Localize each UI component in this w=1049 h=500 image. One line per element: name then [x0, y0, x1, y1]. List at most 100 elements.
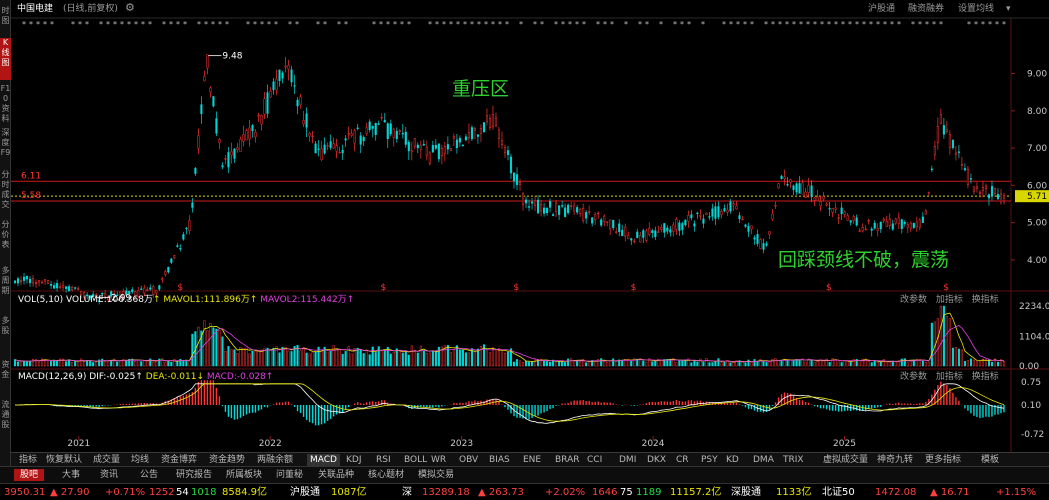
- candle-body[interactable]: [816, 196, 819, 201]
- event-dot[interactable]: *: [883, 20, 887, 29]
- candle-body[interactable]: [534, 200, 537, 206]
- candle-body[interactable]: [41, 282, 44, 284]
- event-dot[interactable]: *: [764, 20, 768, 29]
- candle-body[interactable]: [59, 286, 62, 288]
- event-dot[interactable]: *: [974, 20, 978, 29]
- candle-body[interactable]: [672, 224, 675, 232]
- candle-body[interactable]: [894, 218, 897, 224]
- bottom-nav-item-5[interactable]: 所属板块: [226, 469, 262, 481]
- candle-body[interactable]: [792, 185, 795, 191]
- event-dot[interactable]: *: [855, 20, 859, 29]
- event-dot[interactable]: *: [274, 20, 278, 29]
- event-dot[interactable]: *: [449, 20, 453, 29]
- candle-body[interactable]: [561, 205, 564, 207]
- event-dot[interactable]: *: [379, 20, 383, 29]
- indicator-tab-3[interactable]: 均线: [131, 454, 149, 466]
- candle-body[interactable]: [167, 267, 170, 273]
- candle-body[interactable]: [422, 144, 425, 146]
- candle-body[interactable]: [28, 278, 32, 284]
- candle-body[interactable]: [1002, 195, 1006, 199]
- event-dot[interactable]: *: [813, 20, 817, 29]
- candle-body[interactable]: [173, 255, 176, 259]
- event-dot[interactable]: *: [78, 20, 82, 29]
- candle-body[interactable]: [660, 227, 663, 230]
- candle-body[interactable]: [245, 130, 248, 141]
- candle-body[interactable]: [804, 191, 807, 198]
- event-dot[interactable]: *: [225, 20, 229, 29]
- event-dot[interactable]: *: [141, 20, 145, 29]
- event-dot[interactable]: *: [659, 20, 663, 29]
- candle-body[interactable]: [771, 213, 774, 220]
- event-dot[interactable]: *: [295, 20, 299, 29]
- candle-body[interactable]: [311, 135, 314, 138]
- candle-body[interactable]: [618, 223, 621, 232]
- candle-body[interactable]: [663, 223, 666, 233]
- candle-body[interactable]: [579, 208, 582, 214]
- event-dot[interactable]: *: [288, 20, 292, 29]
- candle-body[interactable]: [582, 208, 585, 221]
- candle-body[interactable]: [344, 138, 347, 141]
- candle-body[interactable]: [398, 130, 401, 133]
- candle-body[interactable]: [735, 205, 738, 210]
- candle-body[interactable]: [576, 207, 579, 213]
- candle-body[interactable]: [759, 239, 762, 249]
- candle-body[interactable]: [717, 206, 720, 218]
- candle-body[interactable]: [741, 218, 744, 221]
- candle-body[interactable]: [849, 220, 852, 223]
- candle-body[interactable]: [750, 225, 753, 230]
- candle-body[interactable]: [383, 120, 386, 123]
- candle-body[interactable]: [720, 210, 723, 215]
- candle-body[interactable]: [906, 224, 909, 228]
- event-dot[interactable]: *: [939, 20, 943, 29]
- candle-body[interactable]: [281, 72, 284, 79]
- candle-body[interactable]: [639, 235, 642, 243]
- candle-body[interactable]: [494, 117, 498, 127]
- candle-body[interactable]: [543, 207, 546, 214]
- candle-body[interactable]: [846, 215, 849, 221]
- candle-body[interactable]: [290, 69, 293, 83]
- candle-body[interactable]: [654, 230, 657, 238]
- candle-body[interactable]: [77, 288, 80, 290]
- candle-body[interactable]: [765, 243, 768, 246]
- left-strip-item-2[interactable]: F10资料: [0, 84, 11, 124]
- event-dot[interactable]: *: [386, 20, 390, 29]
- left-strip-item-0[interactable]: 时图: [0, 6, 11, 36]
- candle-body[interactable]: [515, 174, 519, 185]
- event-dot[interactable]: *: [841, 20, 845, 29]
- candle-body[interactable]: [152, 286, 155, 295]
- candle-body[interactable]: [149, 287, 152, 290]
- candle-body[interactable]: [359, 135, 362, 145]
- candle-body[interactable]: [762, 243, 765, 250]
- event-dot[interactable]: *: [372, 20, 376, 29]
- candle-body[interactable]: [744, 224, 747, 227]
- candle-body[interactable]: [774, 205, 777, 207]
- candle-body[interactable]: [705, 212, 708, 216]
- candle-body[interactable]: [711, 208, 714, 217]
- candle-body[interactable]: [164, 271, 167, 275]
- hgt-label[interactable]: 沪股通: [290, 486, 320, 499]
- candle-body[interactable]: [837, 217, 840, 219]
- event-dot[interactable]: *: [918, 20, 922, 29]
- event-dot[interactable]: *: [43, 20, 47, 29]
- candle-body[interactable]: [395, 130, 398, 140]
- candle-body[interactable]: [957, 151, 960, 153]
- candle-body[interactable]: [873, 222, 876, 229]
- candle-body[interactable]: [960, 164, 963, 166]
- candle-body[interactable]: [224, 158, 227, 160]
- candle-body[interactable]: [948, 134, 951, 148]
- event-dot[interactable]: *: [127, 20, 131, 29]
- candle-body[interactable]: [16, 278, 20, 284]
- candle-body[interactable]: [263, 98, 266, 115]
- event-dot[interactable]: *: [477, 20, 481, 29]
- candle-body[interactable]: [597, 212, 600, 215]
- event-dot[interactable]: *: [246, 20, 250, 29]
- candle-body[interactable]: [723, 208, 726, 212]
- macd-switch-indicator-button[interactable]: 换指标: [972, 372, 999, 382]
- candle-body[interactable]: [840, 207, 843, 214]
- candle-body[interactable]: [230, 151, 233, 156]
- event-dot[interactable]: *: [645, 20, 649, 29]
- candle-body[interactable]: [446, 144, 449, 150]
- candle-body[interactable]: [509, 156, 513, 174]
- event-dot[interactable]: *: [470, 20, 474, 29]
- bottom-nav-item-2[interactable]: 资讯: [100, 469, 118, 481]
